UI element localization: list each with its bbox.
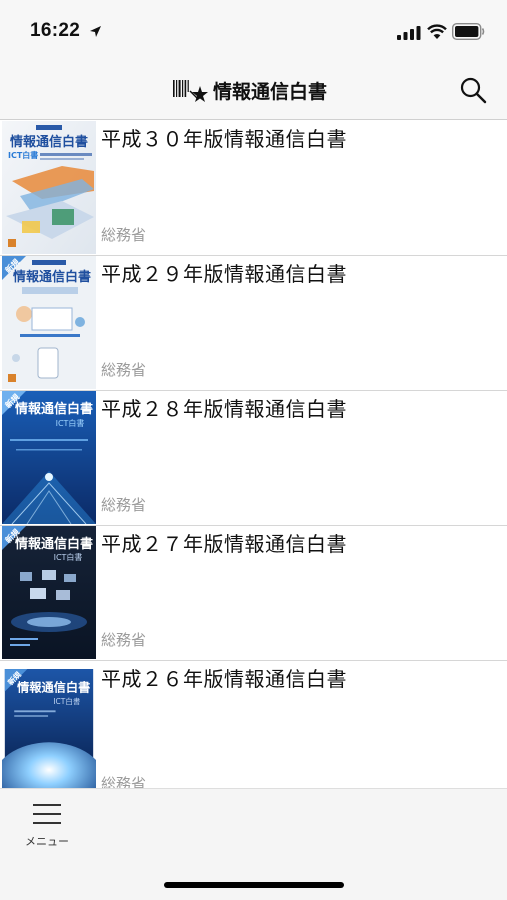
svg-text:情報通信白書: 情報通信白書 [17,680,90,695]
svg-text:ICT白書: ICT白書 [8,150,38,160]
book-publisher: 総務省 [101,776,147,788]
book-row[interactable]: 新規 情報通信白書 ICT白書 平成２７年版情報通信白書 総務省 [0,526,507,661]
book-publisher: 総務省 [101,632,147,649]
tab-bar: メニュー [0,788,507,900]
hamburger-menu-icon [33,804,61,824]
book-cover-image: 新規 情報通信白書 ICT白書 [2,391,96,524]
wifi-icon [427,24,447,39]
svg-text:情報通信白書: 情報通信白書 [15,536,93,552]
book-row[interactable]: 新規 情報通信白書 ICT白書 平成２６年版情報通信白書 総務省 [0,661,507,788]
svg-text:ICT白書: ICT白書 [56,418,85,428]
book-cover-image: 情報通信白書 ICT白書 [2,121,96,254]
book-row[interactable]: 新規 情報通信白書 平成２９年版情報通信白書 総務省 [0,256,507,391]
nav-bar: 情報通信白書 [0,62,507,120]
book-title: 平成３０年版情報通信白書 [101,129,347,151]
book-publisher: 総務省 [101,227,147,244]
svg-text:ICT白書: ICT白書 [54,552,83,562]
nav-title: 情報通信白書 [213,81,328,103]
home-indicator[interactable] [164,882,344,888]
menu-tab-button[interactable]: メニュー [14,803,80,855]
book-title: 平成２９年版情報通信白書 [101,264,347,286]
barcode-star-icon [173,80,208,102]
book-cover-image: 新規 情報通信白書 ICT白書 [2,526,96,659]
svg-text:情報通信白書: 情報通信白書 [13,269,91,285]
book-cover-image: 新規 情報通信白書 ICT白書 [2,669,96,788]
book-publisher: 総務省 [101,497,147,514]
signal-icon [397,26,421,40]
svg-text:ICT白書: ICT白書 [53,696,81,706]
book-row[interactable]: 新規 情報通信白書 ICT白書 平成２８年版情報通信白書 総務省 [0,391,507,526]
book-title: 平成２７年版情報通信白書 [101,534,347,556]
menu-tab-label: メニュー [25,836,69,848]
book-title: 平成２６年版情報通信白書 [101,669,347,691]
status-time: 16:22 [30,20,81,41]
book-title: 平成２８年版情報通信白書 [101,399,347,421]
nav-title-group: 情報通信白書 [171,76,327,104]
search-icon [460,77,487,104]
book-list: 情報通信白書 ICT白書 平成３０年版情報通信白書 総務省 新規 情報通信白書 [0,121,507,788]
svg-text:情報通信白書: 情報通信白書 [15,401,93,417]
location-arrow-icon [90,26,101,37]
search-button[interactable] [458,75,488,105]
book-cover-image: 新規 情報通信白書 [2,256,96,389]
status-bar: 16:22 [0,0,507,62]
book-row[interactable]: 情報通信白書 ICT白書 平成３０年版情報通信白書 総務省 [0,121,507,256]
svg-text:情報通信白書: 情報通信白書 [10,134,88,150]
book-publisher: 総務省 [101,362,147,379]
battery-icon [452,23,485,40]
